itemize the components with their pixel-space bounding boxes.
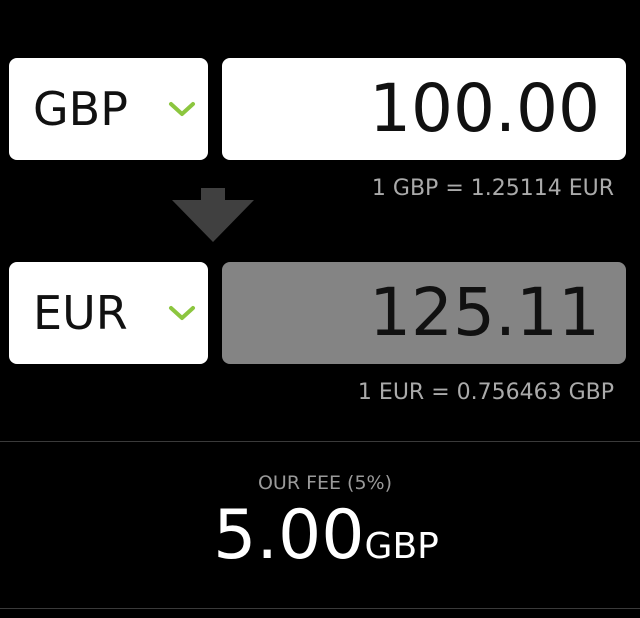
fee-amount: 5.00 — [213, 496, 365, 575]
from-currency-code: GBP — [33, 82, 128, 136]
fee-currency: GBP — [364, 526, 439, 567]
to-amount-output: 125.11 — [222, 262, 626, 364]
to-rate-text: 1 EUR = 0.756463 GBP — [357, 380, 614, 405]
from-rate-text: 1 GBP = 1.25114 EUR — [371, 176, 614, 201]
to-currency-selector[interactable]: EUR — [9, 262, 208, 364]
fee-value: 5.00GBP — [0, 496, 640, 575]
to-currency-code: EUR — [33, 286, 128, 340]
chevron-down-icon — [169, 306, 195, 320]
from-amount-input[interactable]: 100.00 — [222, 58, 626, 160]
chevron-down-icon — [169, 102, 195, 116]
from-currency-selector[interactable]: GBP — [9, 58, 208, 160]
divider — [0, 441, 640, 442]
currency-converter-screen: GBP 100.00 1 GBP = 1.25114 EUR EUR 125.1… — [0, 0, 640, 618]
divider — [0, 608, 640, 609]
fee-label: OUR FEE (5%) — [257, 472, 393, 494]
arrow-down-icon — [172, 188, 254, 242]
